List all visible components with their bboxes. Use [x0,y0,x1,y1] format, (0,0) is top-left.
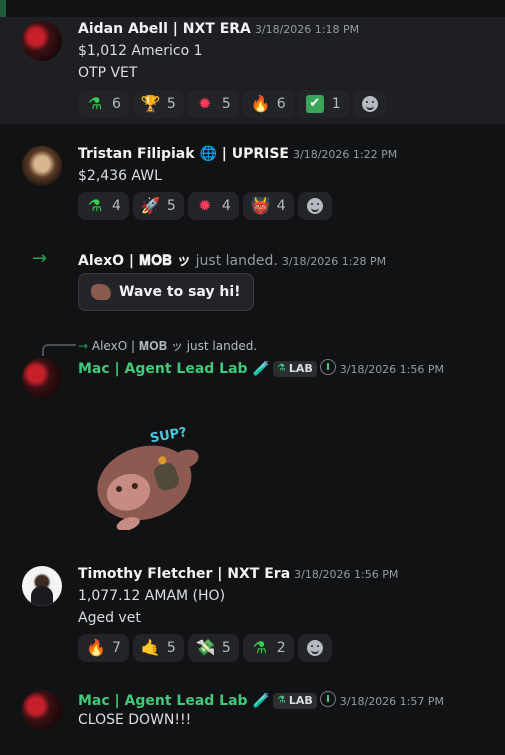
reaction-money-wings[interactable]: 💸 5 [187,634,239,662]
flask-icon: ⚗ [87,94,103,113]
timestamp: 3/18/2026 1:57 PM [339,695,445,708]
reaction-count: 4 [221,198,231,214]
reaction-flask[interactable]: ⚗ 6 [78,90,129,118]
reaction-fire[interactable]: 🔥 7 [78,634,129,662]
join-action-text: just landed. [195,253,278,269]
timestamp: 3/18/2026 1:28 PM [281,255,387,268]
call-me-hand-icon: 🤙 [140,638,161,657]
message-text-line: Aged vet [78,610,141,626]
avatar[interactable] [22,146,62,186]
fire-icon: 🔥 [86,638,106,657]
reaction-count: 5 [166,96,176,112]
reaction-demon[interactable]: 👹 4 [242,192,294,220]
reply-connector [42,344,76,356]
reaction-fire-gem[interactable]: ✹ 4 [187,192,239,220]
message-aidan[interactable]: Aidan Abell | NXT ERA 3/18/2026 1:18 PM $… [0,17,505,124]
role-tag-label: LAB [288,362,313,375]
author-name[interactable]: Mac | Agent Lead Lab 🧪 ⚗ LAB 3/18/2026 1:57… [78,691,444,709]
avatar[interactable] [22,21,62,61]
reaction-count: 5 [221,640,231,656]
role-tag[interactable]: ⚗ LAB [272,692,317,709]
reaction-rocket[interactable]: 🚀 5 [132,192,184,220]
reaction-trophy[interactable]: 🏆 5 [132,90,184,118]
trophy-icon: 🏆 [140,94,161,113]
message-mac-sticker[interactable]: Mac | Agent Lead Lab 🧪 ⚗ LAB 3/18/2026 1:56… [0,356,505,546]
smile-icon [306,198,323,214]
demon-icon: 👹 [250,196,271,215]
author-name[interactable]: Mac | Agent Lead Lab 🧪 ⚗ LAB 3/18/2026 1:56… [78,359,444,377]
sticker-text: SUP? [149,425,188,446]
author-name[interactable]: Timothy Fletcher | NXT Era 3/18/2026 1:56… [78,566,398,582]
reaction-count: 5 [221,96,231,112]
smile-icon [306,640,323,656]
author-name[interactable]: AlexO | 𝐌𝐎𝐁 ッ just landed. 3/18/2026 1:28… [78,250,386,270]
author-name[interactable]: Tristan Filipiak 🌐 | UPRISE 3/18/2026 1:2… [78,146,397,162]
reaction-bar: ⚗ 4 🚀 5 ✹ 4 👹 4 [78,192,332,220]
flask-icon: ⚗ [252,638,267,657]
timestamp: 3/18/2026 1:18 PM [254,23,360,36]
reaction-count: 1 [331,96,341,112]
reaction-count: 4 [112,198,121,214]
message-text-line: $2,436 AWL [78,168,162,184]
reaction-count: 5 [166,640,176,656]
message-tristan[interactable]: Tristan Filipiak 🌐 | UPRISE 3/18/2026 1:2… [0,140,505,225]
fire-gem-icon: ✹ [198,94,212,113]
message-text-line: 1,077.12 AMAM (HO) [78,588,226,604]
timestamp: 3/18/2026 1:56 PM [339,363,445,376]
avatar[interactable] [22,358,62,398]
check-icon: ✔ [305,95,324,113]
wave-button[interactable]: Wave to say hi! [78,273,254,311]
avatar[interactable] [22,690,62,730]
fire-hand-icon: 🔥 [250,94,271,113]
reaction-bar: 🔥 7 🤙 5 💸 5 ⚗ 2 [78,634,332,662]
flask-icon: ⚗ [276,695,286,706]
rocket-icon: 🚀 [140,196,161,215]
timestamp: 3/18/2026 1:56 PM [294,568,399,581]
status-icon [319,691,336,707]
role-tag-label: LAB [288,694,313,707]
avatar[interactable] [22,566,62,606]
wave-button-label: Wave to say hi! [119,284,241,300]
sup-sticker[interactable]: SUP? [84,420,209,530]
money-wings-icon: 💸 [195,638,216,657]
reaction-count: 6 [276,96,286,112]
reaction-bar: ⚗ 6 🏆 5 ✹ 5 🔥 6 ✔ 1 [78,90,387,118]
fire-gem-icon: ✹ [198,196,212,215]
reaction-check[interactable]: ✔ 1 [297,90,349,118]
wave-sticker-icon [91,284,111,300]
reaction-count: 2 [276,640,286,656]
smile-icon [361,96,378,112]
status-icon [319,359,336,375]
reaction-flask[interactable]: ⚗ 2 [242,634,294,662]
join-system-message: → AlexO | 𝐌𝐎𝐁 ッ just landed. 3/18/2026 1:… [0,246,505,318]
reaction-call-me-hand[interactable]: 🤙 5 [132,634,184,662]
add-reaction-button[interactable] [297,192,332,220]
message-timothy[interactable]: Timothy Fletcher | NXT Era 3/18/2026 1:56… [0,560,505,670]
reply-preview[interactable]: → AlexO | 𝐌𝐎𝐁 ッ just landed. [78,337,257,354]
message-mac-close[interactable]: Mac | Agent Lead Lab 🧪 ⚗ LAB 3/18/2026 1:57… [0,686,505,746]
join-arrow-icon: → [32,248,48,269]
reaction-count: 4 [276,198,286,214]
reaction-count: 7 [112,640,121,656]
reaction-fire-gem[interactable]: ✹ 5 [187,90,239,118]
message-text-line: CLOSE DOWN!!! [78,712,192,728]
reply-preview-text: AlexO | 𝐌𝐎𝐁 ッ just landed. [91,339,258,353]
message-text-line: $1,012 Americo 1 [78,43,203,59]
reaction-flask[interactable]: ⚗ 4 [78,192,129,220]
role-tag[interactable]: ⚗ LAB [272,360,317,377]
reaction-fire-hand[interactable]: 🔥 6 [242,90,294,118]
reaction-count: 6 [112,96,121,112]
reaction-count: 5 [166,198,176,214]
flask-icon: ⚗ [87,196,103,215]
add-reaction-button[interactable] [352,90,387,118]
add-reaction-button[interactable] [297,634,332,662]
message-text-line: OTP VET [78,65,138,81]
timestamp: 3/18/2026 1:22 PM [293,148,398,161]
author-name[interactable]: Aidan Abell | NXT ERA 3/18/2026 1:18 PM [78,21,359,37]
flask-icon: ⚗ [276,363,286,374]
